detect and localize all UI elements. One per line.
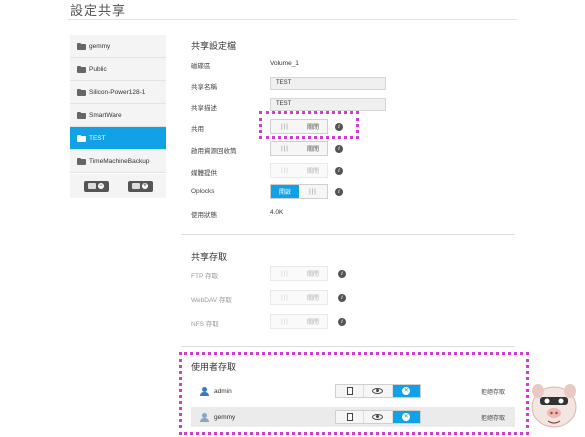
- toggle-grip: |||: [309, 188, 317, 195]
- share-item-label: TEST: [89, 134, 106, 142]
- share-item-label: Public: [89, 65, 107, 73]
- toggle-state: 關閉: [306, 296, 319, 302]
- remove-share-button[interactable]: −: [83, 180, 109, 192]
- folder-icon: [77, 111, 86, 119]
- toggle-grip: |||: [281, 167, 289, 174]
- share-access-title: 共享存取: [191, 252, 228, 262]
- toggle-state: 關閉: [306, 169, 319, 175]
- volume-label: 磁碟區: [191, 63, 211, 70]
- section-divider: [181, 234, 515, 235]
- usage-value: 4.0K: [270, 209, 284, 216]
- section-divider: [181, 346, 515, 347]
- nfs-label: NFS 存取: [191, 321, 219, 328]
- folder-icon: [88, 183, 96, 189]
- volume-value: Volume_1: [270, 60, 299, 67]
- share-item-label: SmartWare: [89, 111, 122, 119]
- webdav-label: WebDAV 存取: [191, 297, 232, 304]
- nfs-toggle[interactable]: ||| 關閉: [270, 314, 328, 329]
- share-desc-label: 共享描述: [191, 105, 217, 112]
- share-list: gemmy Public Silicon-Power128-1 SmartWar…: [70, 35, 166, 173]
- oplocks-label: Oplocks: [191, 188, 215, 195]
- share-name-field[interactable]: TEST: [270, 77, 386, 90]
- toggle-grip: |||: [281, 145, 289, 152]
- share-item-public[interactable]: Public: [70, 58, 166, 81]
- highlight-box-user-access: [179, 352, 529, 435]
- add-share-button[interactable]: +: [127, 180, 153, 192]
- toggle-state: 關閉: [306, 320, 319, 326]
- toggle-state: 開啟: [271, 185, 299, 198]
- info-icon[interactable]: i: [338, 318, 346, 326]
- share-item-test[interactable]: TEST: [70, 127, 166, 150]
- toggle-grip: |||: [281, 270, 289, 277]
- minus-icon: −: [98, 183, 104, 189]
- usage-label: 使用狀態: [191, 212, 217, 219]
- webdav-toggle[interactable]: ||| 關閉: [270, 290, 328, 305]
- public-label: 共用: [191, 126, 204, 133]
- folder-icon: [77, 88, 86, 96]
- plus-icon: +: [142, 183, 148, 189]
- share-item-label: Silicon-Power128-1: [89, 88, 146, 96]
- folder-icon: [77, 157, 86, 165]
- toggle-grip: |||: [281, 318, 289, 325]
- share-desc-field[interactable]: TEST: [270, 98, 386, 111]
- folder-icon: [77, 65, 86, 73]
- share-profile-title: 共享設定檔: [191, 41, 237, 51]
- folder-icon: [77, 134, 86, 142]
- media-serving-toggle[interactable]: ||| 關閉: [270, 163, 328, 178]
- ftp-toggle[interactable]: ||| 關閉: [270, 266, 328, 281]
- highlight-box-public: [259, 111, 359, 139]
- info-icon[interactable]: i: [335, 145, 343, 153]
- recycle-bin-label: 啟用資源回收筒: [191, 148, 237, 155]
- share-item-timemachinebackup[interactable]: TimeMachineBackup: [70, 150, 166, 173]
- info-icon[interactable]: i: [335, 167, 343, 175]
- page-title: 設定共享: [70, 3, 127, 18]
- toggle-state: 關閉: [306, 272, 319, 278]
- share-item-label: TimeMachineBackup: [89, 157, 150, 165]
- share-item-gemmy[interactable]: gemmy: [70, 35, 166, 58]
- share-list-actions: − +: [70, 174, 166, 198]
- info-icon[interactable]: i: [335, 188, 343, 196]
- folder-icon: [132, 183, 140, 189]
- mascot-watermark: [531, 384, 577, 428]
- toggle-state: 關閉: [306, 147, 319, 153]
- folder-icon: [77, 42, 86, 50]
- toggle-grip: |||: [281, 294, 289, 301]
- share-item-silicon-power[interactable]: Silicon-Power128-1: [70, 81, 166, 104]
- recycle-bin-toggle[interactable]: ||| 關閉: [270, 141, 328, 156]
- ftp-label: FTP 存取: [191, 273, 218, 280]
- share-item-label: gemmy: [89, 42, 111, 50]
- info-icon[interactable]: i: [338, 270, 346, 278]
- oplocks-toggle[interactable]: 開啟 |||: [270, 184, 328, 199]
- share-item-smartware[interactable]: SmartWare: [70, 104, 166, 127]
- title-divider: [68, 19, 517, 20]
- info-icon[interactable]: i: [338, 294, 346, 302]
- media-serving-label: 媒體提供: [191, 170, 217, 177]
- share-name-label: 共享名稱: [191, 84, 217, 91]
